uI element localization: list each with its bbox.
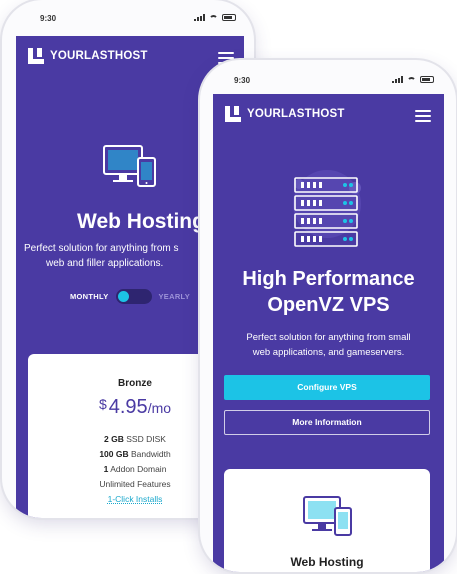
price-period: /mo bbox=[147, 400, 172, 416]
devices-icon bbox=[303, 496, 352, 536]
signal-icon bbox=[392, 76, 403, 83]
hero-subtitle-line1: Perfect solution for anything from small bbox=[246, 332, 411, 343]
price-amount: 4.95 bbox=[108, 396, 148, 418]
web-hosting-card: Web Hosting bbox=[224, 469, 430, 572]
hero-subtitle-line2: web applications, and gameservers. bbox=[252, 347, 405, 358]
brand-logo[interactable]: YOURLASTHOST bbox=[28, 48, 148, 64]
devices-icon bbox=[103, 145, 156, 187]
toggle-yearly-label[interactable]: YEARLY bbox=[159, 292, 191, 301]
signal-icon bbox=[194, 14, 205, 21]
logo-mark-icon bbox=[225, 106, 241, 122]
logo-mark-icon bbox=[28, 48, 44, 64]
hero-title-line1: High Performance bbox=[242, 268, 415, 290]
battery-icon bbox=[420, 76, 434, 83]
menu-icon[interactable] bbox=[415, 110, 431, 122]
brand-name: YOURLASTHOST bbox=[247, 108, 345, 120]
price-currency: $ bbox=[98, 396, 107, 412]
status-icons bbox=[392, 76, 434, 83]
hero-subtitle: Perfect solution for anything from small… bbox=[213, 330, 444, 360]
brand-name: YOURLASTHOST bbox=[50, 50, 148, 62]
configure-vps-button[interactable]: Configure VPS bbox=[224, 375, 430, 400]
billing-toggle-row: MONTHLY YEARLY bbox=[70, 289, 190, 304]
wifi-icon bbox=[407, 76, 416, 83]
status-time: 9:30 bbox=[234, 76, 251, 85]
status-time: 9:30 bbox=[40, 14, 57, 23]
one-click-installs-link[interactable]: 1-Click Installs bbox=[108, 494, 163, 504]
toggle-monthly-label[interactable]: MONTHLY bbox=[70, 292, 109, 301]
front-phone-mockup: 9:30 YOURLASTHOST High Performance OpenV… bbox=[200, 60, 456, 572]
front-screen: YOURLASTHOST High Performance OpenVZ VPS… bbox=[213, 94, 444, 572]
hero-title: High Performance OpenVZ VPS bbox=[213, 266, 444, 318]
navbar: YOURLASTHOST bbox=[213, 94, 444, 140]
billing-toggle[interactable] bbox=[115, 289, 152, 304]
status-bar: 9:30 bbox=[2, 0, 254, 30]
status-bar: 9:30 bbox=[200, 60, 456, 90]
server-rack-icon bbox=[293, 170, 361, 247]
brand-logo[interactable]: YOURLASTHOST bbox=[225, 106, 345, 122]
hero-title-line2: OpenVZ VPS bbox=[267, 294, 390, 316]
card-title: Web Hosting bbox=[290, 555, 364, 569]
status-icons bbox=[194, 14, 236, 21]
wifi-icon bbox=[209, 14, 218, 21]
more-information-button[interactable]: More Information bbox=[224, 410, 430, 435]
battery-icon bbox=[222, 14, 236, 21]
